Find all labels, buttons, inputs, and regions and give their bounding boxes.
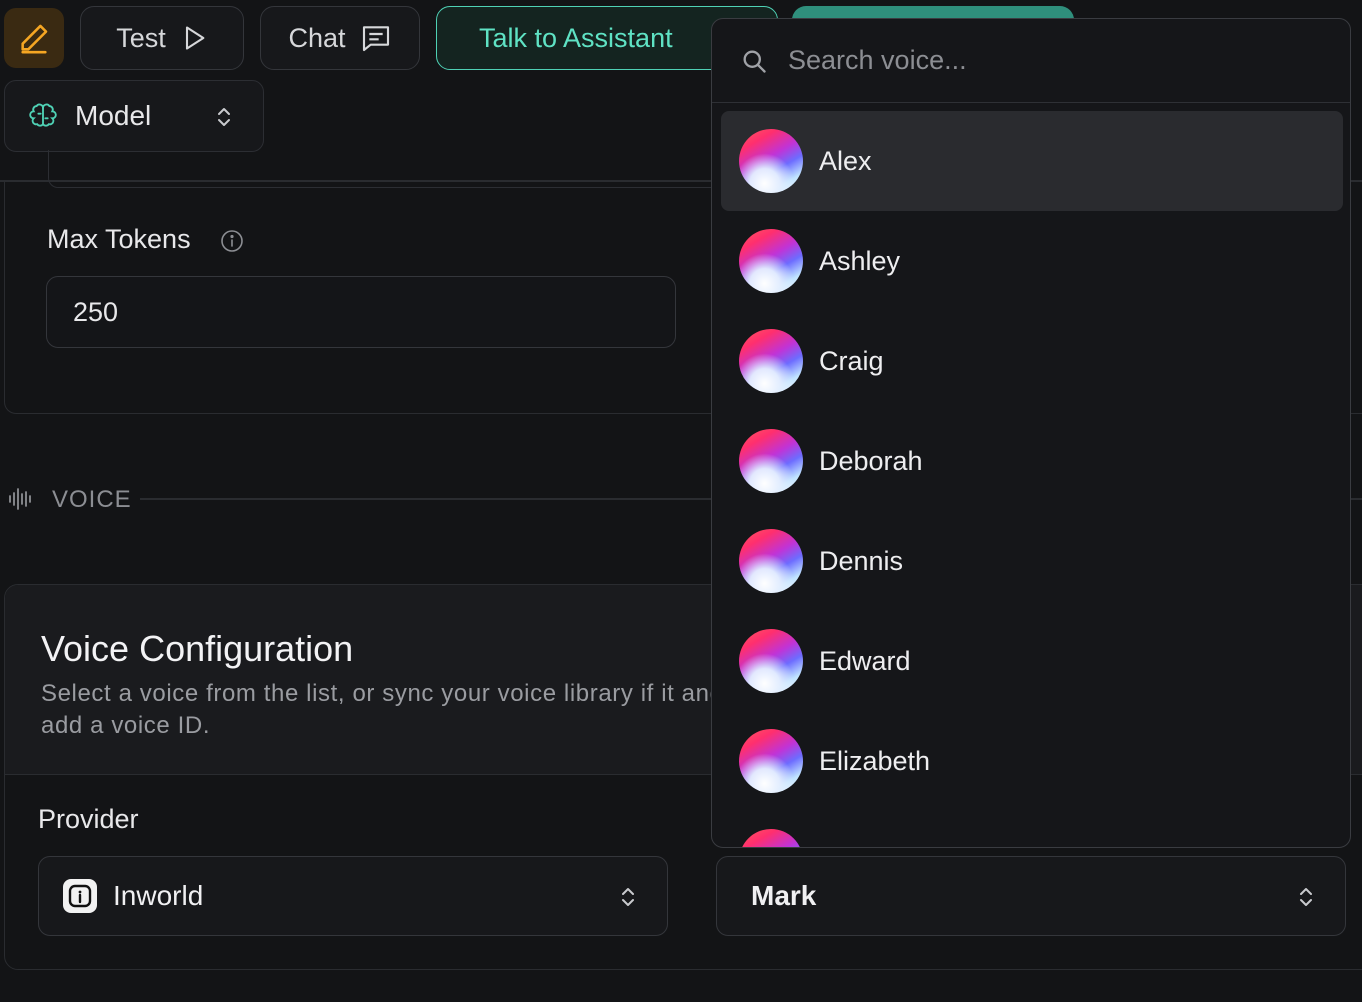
voice-select-value: Mark — [751, 880, 817, 911]
voice-option[interactable]: Alex — [721, 111, 1343, 211]
voice-avatar — [739, 229, 803, 293]
voice-option-label: Deborah — [819, 445, 923, 476]
voice-option[interactable]: Craig — [721, 311, 1343, 411]
voice-avatar — [739, 629, 803, 693]
voice-option-label: Dennis — [819, 545, 904, 576]
voice-search-input[interactable] — [788, 45, 1308, 76]
provider-label: Provider — [38, 804, 139, 834]
max-tokens-input[interactable]: 250 — [46, 276, 676, 348]
info-icon[interactable] — [220, 229, 244, 253]
voice-avatar — [739, 529, 803, 593]
voice-dropdown: Alex Ashley Craig Deborah Dennis Edward — [711, 18, 1351, 848]
message-icon — [362, 26, 389, 52]
voice-avatar — [739, 129, 803, 193]
chevron-up-down-icon — [218, 108, 230, 126]
chat-button-label: Chat — [288, 22, 346, 53]
voice-avatar — [739, 729, 803, 793]
waveform-icon — [9, 488, 31, 510]
voice-option[interactable]: Deborah — [721, 411, 1343, 511]
model-tab[interactable]: Model — [4, 80, 264, 152]
inworld-logo-icon — [63, 879, 97, 913]
voice-configuration-title: Voice Configuration — [41, 628, 354, 669]
brain-icon — [29, 103, 57, 127]
voice-list: Alex Ashley Craig Deborah Dennis Edward — [721, 111, 1343, 847]
voice-avatar — [739, 329, 803, 393]
voice-option[interactable]: Edward — [721, 611, 1343, 711]
edit-button[interactable] — [4, 8, 64, 68]
test-button[interactable]: Test — [80, 6, 244, 70]
voice-select[interactable]: Mark — [716, 856, 1346, 936]
voice-configuration-description: Select a voice from the list, or sync yo… — [41, 680, 724, 739]
chevron-up-down-icon — [1300, 888, 1312, 906]
provider-select-value: Inworld — [113, 880, 204, 911]
max-tokens-label: Max Tokens — [47, 224, 191, 254]
voice-option-label: Craig — [819, 345, 884, 376]
test-button-label: Test — [116, 22, 166, 53]
voice-avatar — [739, 829, 803, 847]
chevron-up-down-icon — [622, 888, 634, 906]
voice-option[interactable]: Elizabeth — [721, 711, 1343, 811]
app-root: Test Chat Talk to Assistant Model Max To… — [0, 0, 1362, 1002]
chat-button[interactable]: Chat — [260, 6, 420, 70]
voice-avatar — [739, 429, 803, 493]
play-icon — [185, 26, 205, 50]
voice-search-row — [712, 19, 1350, 103]
model-tab-label: Model — [75, 100, 152, 131]
provider-select[interactable]: Inworld — [38, 856, 668, 936]
talk-button-label: Talk to Assistant — [479, 22, 673, 53]
pencil-icon — [21, 24, 48, 54]
voice-option-label: Alex — [819, 145, 872, 176]
voice-option[interactable]: Ashley — [721, 211, 1343, 311]
voice-section-heading: VOICE — [52, 486, 132, 513]
voice-option-label: Elizabeth — [819, 745, 931, 776]
voice-option[interactable]: Dennis — [721, 511, 1343, 611]
voice-option-label: Ashley — [819, 245, 901, 276]
search-icon — [743, 50, 766, 73]
voice-option-label: Edward — [819, 645, 911, 676]
voice-option-partial[interactable] — [721, 811, 1343, 847]
